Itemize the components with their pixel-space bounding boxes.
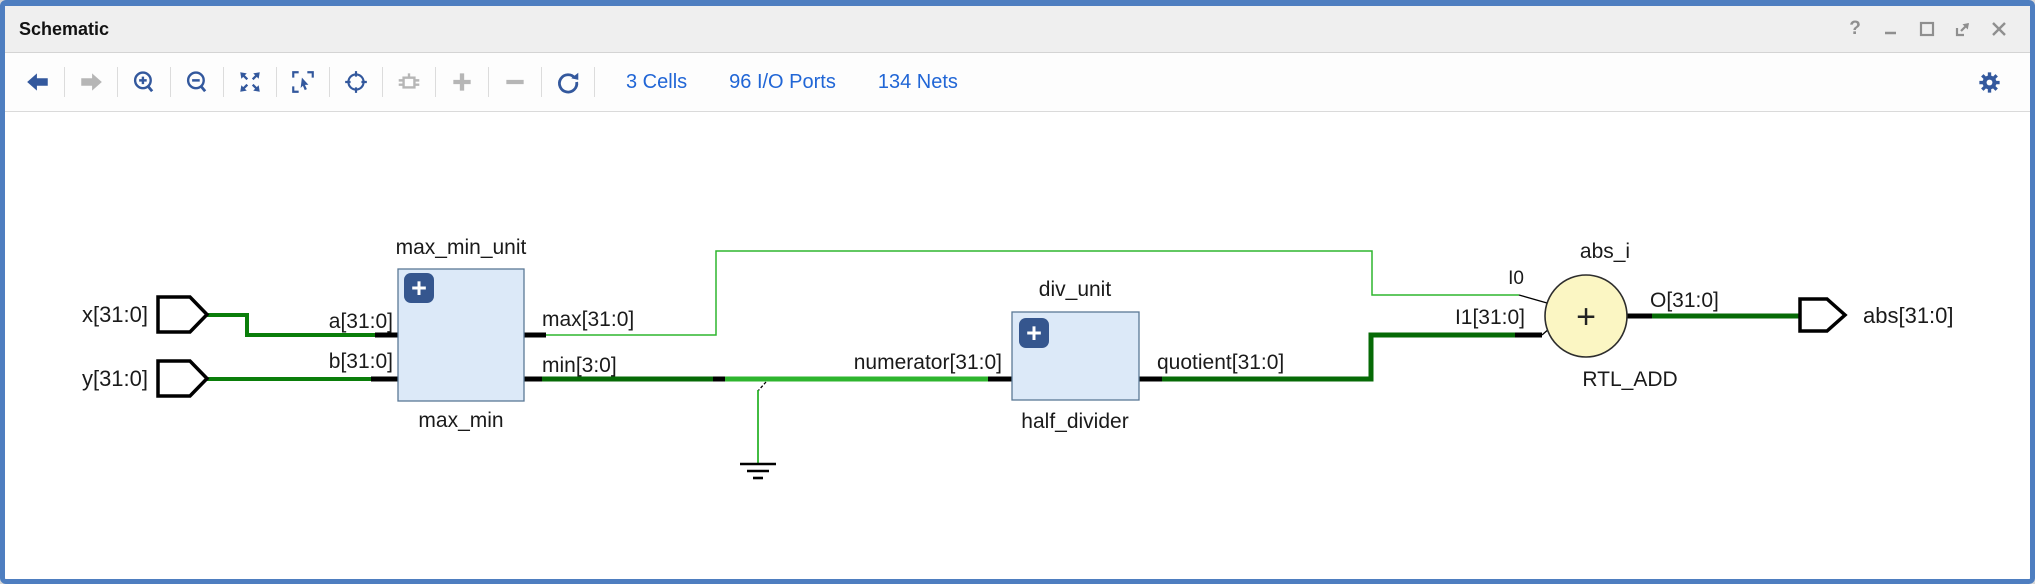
- window-controls: ?: [1842, 16, 2012, 42]
- settings-gear-icon[interactable]: [1966, 61, 2012, 103]
- toolbar-separator: [223, 67, 224, 97]
- toolbar-separator: [594, 67, 595, 97]
- forward-button[interactable]: [68, 61, 114, 103]
- nets-link[interactable]: 134 Nets: [878, 71, 958, 94]
- maximize-icon[interactable]: [1914, 16, 1940, 42]
- schematic-window: Schematic ?: [0, 0, 2035, 584]
- expand-button-divider[interactable]: +: [1019, 318, 1049, 348]
- close-icon[interactable]: [1986, 16, 2012, 42]
- pin-b-label: b[31:0]: [329, 350, 393, 373]
- expand-button-max-min[interactable]: +: [404, 273, 434, 303]
- output-port-abs-label: abs[31:0]: [1863, 303, 1954, 328]
- expand-plus-glyph: +: [1026, 318, 1042, 348]
- schematic-canvas[interactable]: x[31:0] y[31:0] abs[31:0] max_min_unit m…: [5, 112, 2030, 579]
- float-icon[interactable]: [1950, 16, 1976, 42]
- pin-min-label: min[3:0]: [542, 354, 617, 377]
- input-port-x[interactable]: [158, 297, 207, 332]
- cell-divider-instance: half_divider: [1021, 410, 1128, 433]
- input-port-y-label: y[31:0]: [82, 366, 148, 391]
- toolbar-separator: [329, 67, 330, 97]
- zoom-to-selection-button[interactable]: [280, 61, 326, 103]
- expand-plus-glyph: +: [411, 273, 427, 303]
- toolbar-separator: [488, 67, 489, 97]
- toolbar-separator: [170, 67, 171, 97]
- window-title: Schematic: [19, 19, 109, 40]
- toolbar: 3 Cells 96 I/O Ports 134 Nets: [5, 53, 2030, 112]
- collapse-level-button[interactable]: [492, 61, 538, 103]
- screenshot: Schematic ?: [0, 0, 2035, 584]
- toolbar-separator: [541, 67, 542, 97]
- toolbar-separator: [276, 67, 277, 97]
- schematic-svg: x[31:0] y[31:0] abs[31:0] max_min_unit m…: [5, 112, 2030, 579]
- pin-i1-label: I1[31:0]: [1455, 306, 1525, 329]
- cell-max-min-instance: max_min: [418, 409, 503, 432]
- pin-quotient-label: quotient[31:0]: [1157, 351, 1284, 374]
- cell-adder[interactable]: +: [1545, 275, 1627, 357]
- adder-operator: +: [1576, 298, 1596, 336]
- cells-link[interactable]: 3 Cells: [626, 71, 687, 94]
- zoom-fit-button[interactable]: [227, 61, 273, 103]
- titlebar: Schematic ?: [5, 6, 2030, 53]
- cell-max-min-name: max_min_unit: [396, 236, 527, 259]
- pin-i0-label: I0: [1508, 268, 1524, 289]
- cell-divider-name: div_unit: [1039, 278, 1112, 301]
- design-stats: 3 Cells 96 I/O Ports 134 Nets: [626, 71, 958, 94]
- minimize-icon[interactable]: [1878, 16, 1904, 42]
- input-port-y[interactable]: [158, 361, 207, 396]
- pin-o-label: O[31:0]: [1650, 289, 1719, 312]
- toggle-block-pins-button[interactable]: [386, 61, 432, 103]
- regenerate-button[interactable]: [545, 61, 591, 103]
- toolbar-separator: [382, 67, 383, 97]
- net-ground-tap[interactable]: [758, 382, 766, 463]
- cell-adder-type: RTL_ADD: [1582, 368, 1677, 391]
- back-button[interactable]: [15, 61, 61, 103]
- io-ports-link[interactable]: 96 I/O Ports: [729, 71, 836, 94]
- pin-max-label: max[31:0]: [542, 308, 634, 331]
- zoom-in-button[interactable]: [121, 61, 167, 103]
- cell-adder-name: abs_i: [1580, 240, 1630, 263]
- help-icon[interactable]: ?: [1842, 16, 1868, 42]
- autofit-selection-button[interactable]: [333, 61, 379, 103]
- pin-numerator-label: numerator[31:0]: [854, 351, 1002, 374]
- input-port-x-label: x[31:0]: [82, 302, 148, 327]
- toolbar-separator: [117, 67, 118, 97]
- zoom-out-button[interactable]: [174, 61, 220, 103]
- toolbar-separator: [435, 67, 436, 97]
- expand-level-button[interactable]: [439, 61, 485, 103]
- toolbar-separator: [64, 67, 65, 97]
- pin-a-label: a[31:0]: [329, 310, 393, 333]
- output-port-abs[interactable]: [1800, 299, 1845, 331]
- ground-symbol[interactable]: [740, 464, 776, 478]
